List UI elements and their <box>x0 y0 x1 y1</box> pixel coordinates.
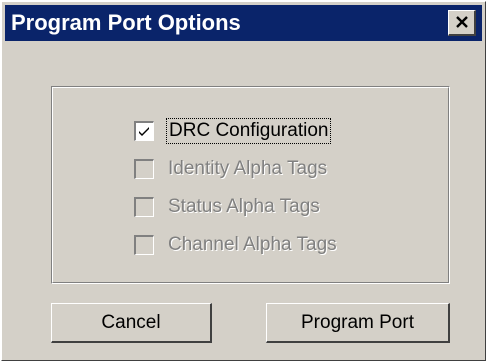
status-alpha-tags-checkbox <box>134 197 154 217</box>
channel-alpha-tags-checkbox <box>134 235 154 255</box>
identity-alpha-tags-label: Identity Alpha Tags <box>168 158 328 179</box>
dialog-window: Program Port Options DRC Configuration I… <box>1 1 486 361</box>
option-channel-alpha-tags: Channel Alpha Tags <box>134 231 337 259</box>
program-port-button[interactable]: Program Port <box>266 303 450 343</box>
status-alpha-tags-label: Status Alpha Tags <box>168 196 320 217</box>
option-status-alpha-tags: Status Alpha Tags <box>134 193 320 221</box>
options-group: DRC Configuration Identity Alpha Tags St… <box>51 86 450 284</box>
drc-configuration-checkbox[interactable] <box>134 121 154 141</box>
title-bar: Program Port Options <box>5 5 482 41</box>
channel-alpha-tags-label: Channel Alpha Tags <box>168 234 337 255</box>
cancel-button[interactable]: Cancel <box>51 303 212 343</box>
checkmark-icon <box>139 127 149 136</box>
option-identity-alpha-tags: Identity Alpha Tags <box>134 155 327 183</box>
window-title: Program Port Options <box>11 10 241 35</box>
close-button[interactable] <box>448 10 476 36</box>
drc-configuration-label: DRC Configuration <box>165 118 332 144</box>
option-drc-configuration[interactable]: DRC Configuration <box>134 117 332 145</box>
identity-alpha-tags-checkbox <box>134 159 154 179</box>
close-icon <box>455 16 468 28</box>
